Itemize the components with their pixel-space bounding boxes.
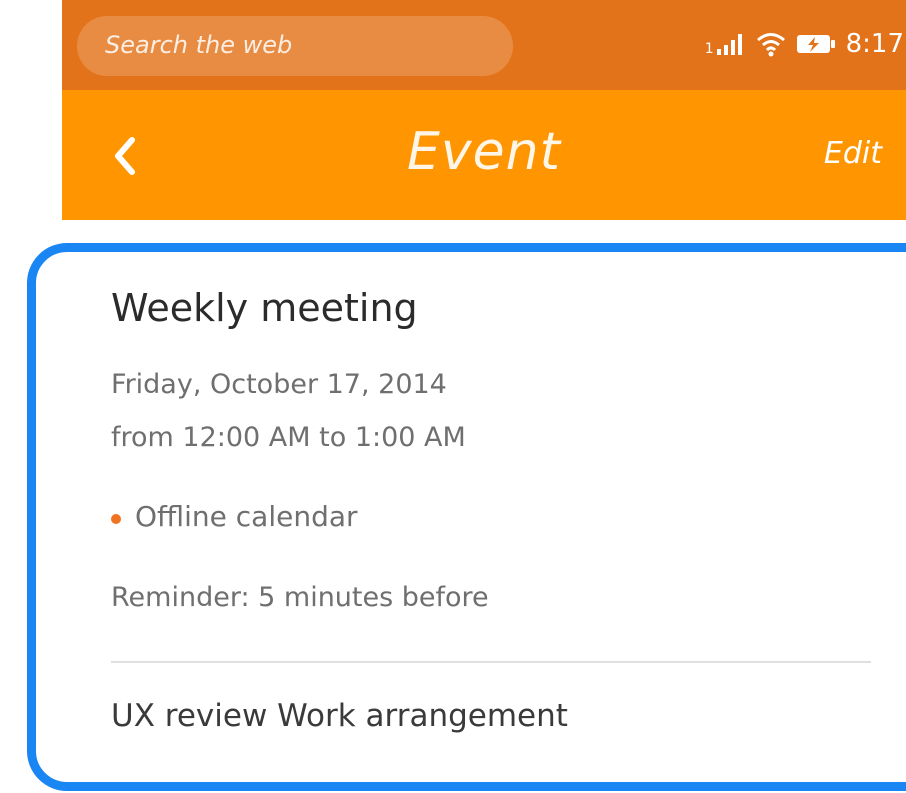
calendar-color-dot	[111, 513, 121, 524]
divider	[111, 661, 871, 663]
event-date: Friday, October 17, 2014	[111, 369, 447, 400]
event-time: from 12:00 AM to 1:00 AM	[111, 422, 466, 453]
status-icons: 1 8:17	[705, 22, 904, 66]
event-title: Weekly meeting	[111, 286, 418, 330]
event-details-card: Weekly meeting Friday, October 17, 2014 …	[27, 243, 906, 791]
signal-icon	[716, 34, 742, 55]
event-detail-screen: Search the web 1 8:17 Event Edit Weekly …	[0, 0, 906, 793]
app-header: Event Edit	[62, 90, 906, 220]
edit-button[interactable]: Edit	[824, 136, 882, 171]
event-description: UX review Work arrangement	[111, 698, 568, 734]
clock: 8:17	[845, 29, 904, 59]
calendar-row: Offline calendar	[111, 500, 358, 533]
event-reminder: Reminder: 5 minutes before	[111, 582, 489, 613]
status-bar: Search the web 1 8:17	[62, 0, 906, 90]
page-title: Event	[407, 122, 561, 182]
search-bar[interactable]: Search the web	[77, 16, 513, 76]
wifi-icon	[756, 33, 785, 57]
battery-charging-icon	[796, 35, 835, 53]
sim-label: 1	[704, 41, 714, 57]
calendar-name: Offline calendar	[135, 500, 358, 533]
search-placeholder: Search the web	[105, 31, 293, 59]
